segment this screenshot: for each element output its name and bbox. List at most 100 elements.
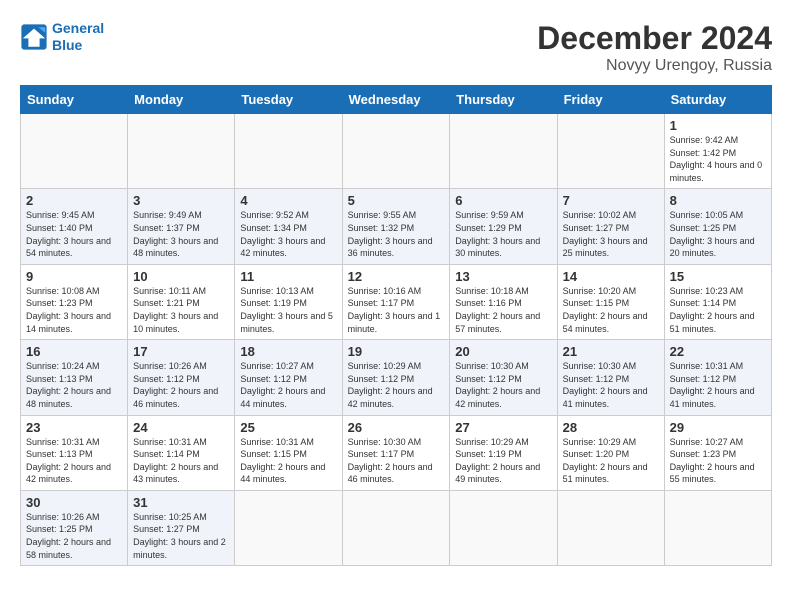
day-info: Sunrise: 10:20 AMSunset: 1:15 PMDaylight… [563, 285, 659, 335]
page-header: General Blue December 2024 Novyy Urengoy… [20, 20, 772, 75]
day-number: 3 [133, 193, 229, 208]
day-info: Sunrise: 10:29 AMSunset: 1:19 PMDaylight… [455, 436, 551, 486]
day-info: Sunrise: 10:27 AMSunset: 1:23 PMDaylight… [670, 436, 766, 486]
day-info: Sunrise: 10:08 AMSunset: 1:23 PMDaylight… [26, 285, 122, 335]
calendar-week-row: 1Sunrise: 9:42 AMSunset: 1:42 PMDaylight… [21, 114, 772, 189]
day-number: 13 [455, 269, 551, 284]
calendar-cell: 19Sunrise: 10:29 AMSunset: 1:12 PMDaylig… [342, 340, 450, 415]
day-info: Sunrise: 10:05 AMSunset: 1:25 PMDaylight… [670, 209, 766, 259]
calendar-cell: 28Sunrise: 10:29 AMSunset: 1:20 PMDaylig… [557, 415, 664, 490]
day-number: 12 [348, 269, 445, 284]
title-block: December 2024 Novyy Urengoy, Russia [537, 20, 772, 75]
day-info: Sunrise: 10:23 AMSunset: 1:14 PMDaylight… [670, 285, 766, 335]
calendar-week-row: 16Sunrise: 10:24 AMSunset: 1:13 PMDaylig… [21, 340, 772, 415]
day-number: 2 [26, 193, 122, 208]
calendar-cell [21, 114, 128, 189]
calendar-cell: 11Sunrise: 10:13 AMSunset: 1:19 PMDaylig… [235, 264, 342, 339]
calendar-cell: 15Sunrise: 10:23 AMSunset: 1:14 PMDaylig… [664, 264, 771, 339]
calendar-cell: 12Sunrise: 10:16 AMSunset: 1:17 PMDaylig… [342, 264, 450, 339]
day-info: Sunrise: 10:31 AMSunset: 1:14 PMDaylight… [133, 436, 229, 486]
day-number: 31 [133, 495, 229, 510]
calendar-cell: 25Sunrise: 10:31 AMSunset: 1:15 PMDaylig… [235, 415, 342, 490]
day-info: Sunrise: 10:13 AMSunset: 1:19 PMDaylight… [240, 285, 336, 335]
calendar-cell: 13Sunrise: 10:18 AMSunset: 1:16 PMDaylig… [450, 264, 557, 339]
calendar-cell: 21Sunrise: 10:30 AMSunset: 1:12 PMDaylig… [557, 340, 664, 415]
calendar-week-row: 23Sunrise: 10:31 AMSunset: 1:13 PMDaylig… [21, 415, 772, 490]
day-of-week-header: Thursday [450, 86, 557, 114]
calendar-cell [557, 114, 664, 189]
day-number: 25 [240, 420, 336, 435]
logo: General Blue [20, 20, 104, 54]
day-info: Sunrise: 10:31 AMSunset: 1:15 PMDaylight… [240, 436, 336, 486]
calendar-cell: 1Sunrise: 9:42 AMSunset: 1:42 PMDaylight… [664, 114, 771, 189]
day-info: Sunrise: 10:26 AMSunset: 1:12 PMDaylight… [133, 360, 229, 410]
calendar-cell: 27Sunrise: 10:29 AMSunset: 1:19 PMDaylig… [450, 415, 557, 490]
calendar-cell: 24Sunrise: 10:31 AMSunset: 1:14 PMDaylig… [128, 415, 235, 490]
calendar: SundayMondayTuesdayWednesdayThursdayFrid… [20, 85, 772, 566]
calendar-cell: 29Sunrise: 10:27 AMSunset: 1:23 PMDaylig… [664, 415, 771, 490]
calendar-cell [128, 114, 235, 189]
calendar-cell [342, 114, 450, 189]
day-info: Sunrise: 10:26 AMSunset: 1:25 PMDaylight… [26, 511, 122, 561]
day-of-week-header: Monday [128, 86, 235, 114]
day-info: Sunrise: 9:55 AMSunset: 1:32 PMDaylight:… [348, 209, 445, 259]
day-number: 9 [26, 269, 122, 284]
calendar-cell: 6Sunrise: 9:59 AMSunset: 1:29 PMDaylight… [450, 189, 557, 264]
day-info: Sunrise: 10:24 AMSunset: 1:13 PMDaylight… [26, 360, 122, 410]
day-number: 7 [563, 193, 659, 208]
logo-text: General Blue [52, 20, 104, 54]
day-info: Sunrise: 9:45 AMSunset: 1:40 PMDaylight:… [26, 209, 122, 259]
calendar-cell: 9Sunrise: 10:08 AMSunset: 1:23 PMDayligh… [21, 264, 128, 339]
day-number: 29 [670, 420, 766, 435]
calendar-cell [450, 114, 557, 189]
calendar-cell: 2Sunrise: 9:45 AMSunset: 1:40 PMDaylight… [21, 189, 128, 264]
day-number: 21 [563, 344, 659, 359]
day-info: Sunrise: 9:49 AMSunset: 1:37 PMDaylight:… [133, 209, 229, 259]
calendar-cell [450, 490, 557, 565]
calendar-cell: 17Sunrise: 10:26 AMSunset: 1:12 PMDaylig… [128, 340, 235, 415]
day-number: 24 [133, 420, 229, 435]
day-info: Sunrise: 10:29 AMSunset: 1:12 PMDaylight… [348, 360, 445, 410]
day-info: Sunrise: 10:31 AMSunset: 1:12 PMDaylight… [670, 360, 766, 410]
day-info: Sunrise: 10:16 AMSunset: 1:17 PMDaylight… [348, 285, 445, 335]
calendar-cell: 4Sunrise: 9:52 AMSunset: 1:34 PMDaylight… [235, 189, 342, 264]
calendar-cell: 14Sunrise: 10:20 AMSunset: 1:15 PMDaylig… [557, 264, 664, 339]
day-of-week-header: Tuesday [235, 86, 342, 114]
day-number: 30 [26, 495, 122, 510]
day-number: 23 [26, 420, 122, 435]
day-number: 27 [455, 420, 551, 435]
day-number: 14 [563, 269, 659, 284]
calendar-cell [342, 490, 450, 565]
day-number: 15 [670, 269, 766, 284]
day-number: 4 [240, 193, 336, 208]
day-number: 20 [455, 344, 551, 359]
calendar-cell: 16Sunrise: 10:24 AMSunset: 1:13 PMDaylig… [21, 340, 128, 415]
day-info: Sunrise: 10:02 AMSunset: 1:27 PMDaylight… [563, 209, 659, 259]
day-number: 26 [348, 420, 445, 435]
calendar-cell: 23Sunrise: 10:31 AMSunset: 1:13 PMDaylig… [21, 415, 128, 490]
logo-line2: Blue [52, 37, 82, 53]
day-info: Sunrise: 9:42 AMSunset: 1:42 PMDaylight:… [670, 134, 766, 184]
day-info: Sunrise: 10:29 AMSunset: 1:20 PMDaylight… [563, 436, 659, 486]
month-title: December 2024 [537, 20, 772, 57]
day-number: 18 [240, 344, 336, 359]
day-number: 6 [455, 193, 551, 208]
day-info: Sunrise: 10:30 AMSunset: 1:17 PMDaylight… [348, 436, 445, 486]
day-info: Sunrise: 9:52 AMSunset: 1:34 PMDaylight:… [240, 209, 336, 259]
location: Novyy Urengoy, Russia [537, 57, 772, 75]
day-info: Sunrise: 10:18 AMSunset: 1:16 PMDaylight… [455, 285, 551, 335]
logo-icon [20, 23, 48, 51]
calendar-cell: 18Sunrise: 10:27 AMSunset: 1:12 PMDaylig… [235, 340, 342, 415]
day-info: Sunrise: 10:30 AMSunset: 1:12 PMDaylight… [455, 360, 551, 410]
calendar-cell: 5Sunrise: 9:55 AMSunset: 1:32 PMDaylight… [342, 189, 450, 264]
calendar-cell: 30Sunrise: 10:26 AMSunset: 1:25 PMDaylig… [21, 490, 128, 565]
logo-line1: General [52, 20, 104, 36]
day-info: Sunrise: 10:31 AMSunset: 1:13 PMDaylight… [26, 436, 122, 486]
calendar-cell [235, 490, 342, 565]
day-info: Sunrise: 10:27 AMSunset: 1:12 PMDaylight… [240, 360, 336, 410]
day-of-week-header: Sunday [21, 86, 128, 114]
day-number: 16 [26, 344, 122, 359]
calendar-cell: 22Sunrise: 10:31 AMSunset: 1:12 PMDaylig… [664, 340, 771, 415]
calendar-body: 1Sunrise: 9:42 AMSunset: 1:42 PMDaylight… [21, 114, 772, 566]
day-number: 11 [240, 269, 336, 284]
